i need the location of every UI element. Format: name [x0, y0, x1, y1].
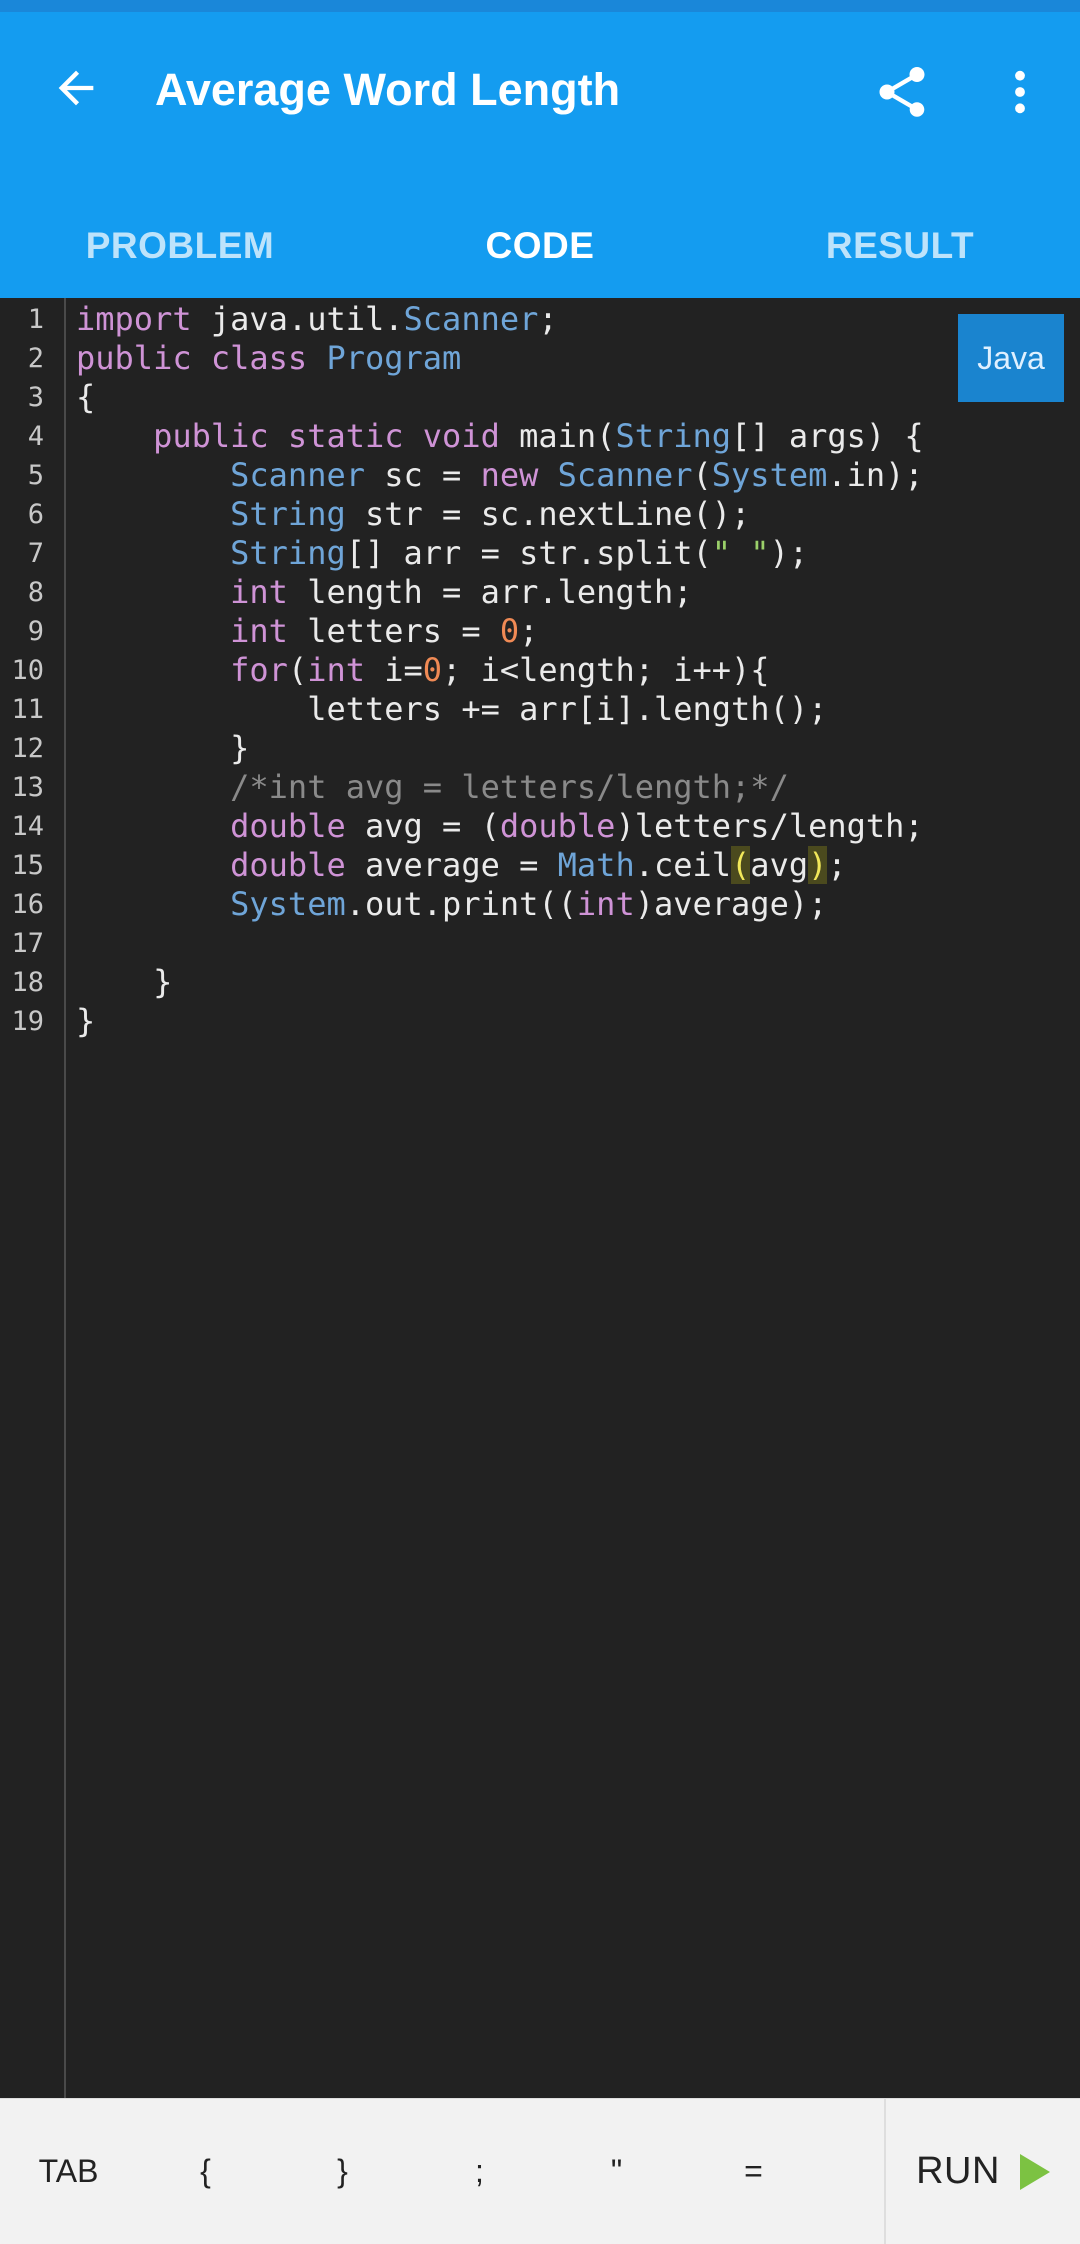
line-number: 19: [11, 1006, 44, 1037]
key-equals[interactable]: =: [685, 2099, 822, 2244]
tab-code[interactable]: CODE: [360, 182, 720, 310]
symbol-keybar: TAB { } ; " = RUN: [0, 2098, 1080, 2244]
tab-bar: PROBLEM CODE RESULT: [0, 182, 1080, 310]
line-number: 16: [11, 889, 44, 920]
code-line: int letters = 0;: [230, 612, 539, 650]
more-vertical-icon: [1015, 70, 1025, 114]
share-button[interactable]: [866, 56, 938, 128]
line-number: 3: [27, 382, 44, 413]
key-close-brace[interactable]: }: [274, 2099, 411, 2244]
line-number: 14: [11, 811, 44, 842]
code-line: double average = Math.ceil(avg);: [230, 846, 847, 884]
line-number: 2: [27, 343, 44, 374]
status-strip: [0, 0, 1080, 12]
code-line: }: [76, 1002, 96, 1040]
line-number: 15: [11, 850, 44, 881]
arrow-left-icon: [58, 70, 94, 106]
line-number: 5: [27, 460, 44, 491]
run-label: RUN: [916, 2150, 1000, 2192]
line-number: 10: [11, 655, 44, 686]
line-number: 8: [27, 577, 44, 608]
back-button[interactable]: [40, 52, 112, 124]
code-line: String[] arr = str.split(" ");: [230, 534, 809, 572]
code-line: String str = sc.nextLine();: [230, 495, 751, 533]
more-options-button[interactable]: [984, 56, 1056, 128]
share-icon: [879, 67, 925, 117]
code-editor[interactable]: 1 2 3 4 5 6 7 8 9 10 11 12 13 14 15 16 1…: [0, 298, 1080, 2098]
gutter-divider: [64, 298, 66, 2098]
code-line: letters += arr[i].length();: [76, 690, 828, 728]
line-number: 18: [11, 967, 44, 998]
key-semicolon[interactable]: ;: [411, 2099, 548, 2244]
code-line: System.out.print((int)average);: [230, 885, 828, 923]
code-line: Scanner sc = new Scanner(System.in);: [230, 456, 924, 494]
page-title: Average Word Length: [155, 64, 621, 115]
line-number: 7: [27, 538, 44, 569]
run-divider: [884, 2099, 886, 2244]
key-open-brace[interactable]: {: [137, 2099, 274, 2244]
line-number: 6: [27, 499, 44, 530]
code-line: }: [76, 729, 250, 767]
code-line: import java.util.Scanner;: [76, 300, 558, 338]
code-line: for(int i=0; i<length; i++){: [230, 651, 770, 689]
key-quote[interactable]: ": [548, 2099, 685, 2244]
tab-result[interactable]: RESULT: [720, 182, 1080, 310]
language-badge[interactable]: Java: [958, 314, 1064, 402]
play-icon: [1019, 2153, 1050, 2190]
line-number: 1: [27, 304, 44, 335]
tab-problem[interactable]: PROBLEM: [0, 182, 360, 310]
line-number: 13: [11, 772, 44, 803]
line-number: 9: [27, 616, 44, 647]
app-bar: Average Word Length PROBLEM CODE RESULT: [0, 12, 1080, 310]
code-line: int length = arr.length;: [230, 573, 693, 611]
code-line: double avg = (double)letters/length;: [230, 807, 924, 845]
code-line: public class Program: [76, 339, 462, 377]
code-line: public static void main(String[] args) {: [153, 417, 924, 455]
key-tab[interactable]: TAB: [0, 2099, 137, 2244]
run-button[interactable]: RUN: [888, 2099, 1080, 2244]
line-number: 11: [11, 694, 44, 725]
code-line: {: [76, 378, 96, 416]
code-line: /*int avg = letters/length;*/: [230, 768, 789, 806]
line-number: 12: [11, 733, 44, 764]
line-number: 17: [11, 928, 44, 959]
code-line: }: [76, 963, 173, 1001]
line-number: 4: [27, 421, 44, 452]
